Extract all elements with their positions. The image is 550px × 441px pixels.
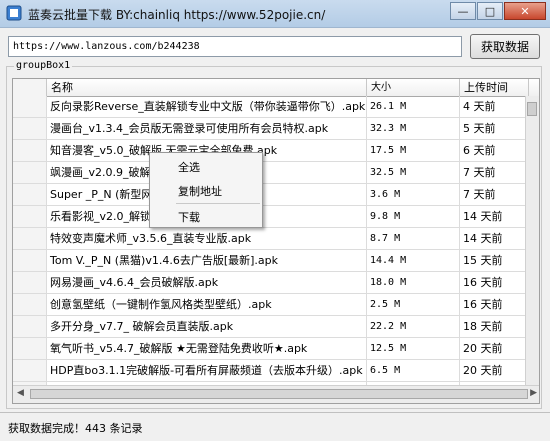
scroll-left-icon[interactable]: ◀ [17, 388, 24, 398]
file-name: 多开分身_v7.7_ 破解会员直装版.apk [47, 316, 367, 337]
maximize-button[interactable]: □ [477, 2, 503, 20]
file-size: 12.5 M [367, 338, 460, 359]
status-bar: 获取数据完成！443 条记录 [0, 412, 550, 441]
table-row[interactable]: HDP直bo3.1.1完破解版-可看所有屏蔽频道（去版本升级）.apk 6.5 M… [13, 360, 539, 382]
context-menu: 全选 复制地址 下载 [149, 152, 263, 228]
window-title: 蓝奏云批量下载 BY:chainliq https://www.52pojie.… [28, 8, 326, 22]
upload-time: 14 天前 [460, 228, 529, 249]
file-size: 18.0 M [367, 272, 460, 293]
upload-time: 5 天前 [460, 118, 529, 139]
horizontal-scroll-thumb[interactable] [30, 389, 528, 399]
row-selector [13, 272, 47, 293]
file-size: 9.8 M [367, 206, 460, 227]
header-name[interactable]: 名称 [47, 79, 367, 96]
upload-time: 18 天前 [460, 316, 529, 337]
file-size: 8.7 M [367, 228, 460, 249]
upload-time: 7 天前 [460, 162, 529, 183]
file-size: 26.1 M [367, 96, 460, 117]
row-selector [13, 206, 47, 227]
horizontal-scrollbar[interactable]: ◀ ▶ [13, 385, 539, 403]
upload-time: 15 天前 [460, 250, 529, 271]
file-size: 6.5 M [367, 360, 460, 381]
table-row[interactable]: 漫画台_v1.3.4_会员版无需登录可使用所有会员特权.apk 32.3 M5 天… [13, 118, 539, 140]
upload-time: 7 天前 [460, 184, 529, 205]
file-name: 网易漫画_v4.6.4_会员破解版.apk [47, 272, 367, 293]
table-body: 反向录影Reverse_直装解锁专业中文版（带你装逼带你飞）.apk 26.1 M… [13, 96, 539, 403]
table-row[interactable]: 知音漫客_v5.0_破解版 无需元宝全部免费.apk 17.5 M6 天前 [13, 140, 539, 162]
file-table[interactable]: 名称 大小 上传时间 反向录影Reverse_直装解锁专业中文版（带你装逼带你飞… [12, 78, 540, 404]
row-selector [13, 118, 47, 139]
file-name: 特效变声魔术师_v3.5.6_直装专业版.apk [47, 228, 367, 249]
url-input[interactable]: https://www.lanzous.com/b244238 [8, 36, 462, 57]
row-selector [13, 140, 47, 161]
row-selector [13, 250, 47, 271]
file-name: 氧气听书_v5.4.7_破解版 ★无需登陆免费收听★.apk [47, 338, 367, 359]
file-size: 32.5 M [367, 162, 460, 183]
group-box-label: groupBox1 [14, 60, 73, 71]
context-select-all[interactable]: 全选 [178, 159, 200, 175]
upload-time: 14 天前 [460, 206, 529, 227]
vertical-scrollbar[interactable] [525, 96, 539, 387]
upload-time: 6 天前 [460, 140, 529, 161]
row-selector [13, 162, 47, 183]
fetch-data-button[interactable]: 获取数据 [470, 34, 540, 59]
scroll-right-icon[interactable]: ▶ [530, 388, 537, 398]
row-selector [13, 228, 47, 249]
status-text: 获取数据完成！443 条记录 [8, 422, 143, 435]
row-selector [13, 360, 47, 381]
row-selector [13, 294, 47, 315]
table-row[interactable]: 乐看影视_v2.0_解锁版.apk 9.8 M 14 天前 [13, 206, 539, 228]
row-selector [13, 338, 47, 359]
table-row[interactable]: 创意氢壁纸（一键制作氢风格类型壁纸）.apk 2.5 M 16 天前 [13, 294, 539, 316]
table-row[interactable]: 网易漫画_v4.6.4_会员破解版.apk 18.0 M 16 天前 [13, 272, 539, 294]
file-size: 22.2 M [367, 316, 460, 337]
upload-time: 20 天前 [460, 338, 529, 359]
file-size: 3.6 M [367, 184, 460, 205]
file-name: Tom V._P_N (黑猫)v1.4.6去广告版[最新].apk [47, 250, 367, 271]
app-icon [6, 5, 22, 21]
file-name: 反向录影Reverse_直装解锁专业中文版（带你装逼带你飞）.apk [47, 96, 367, 117]
file-name: HDP直bo3.1.1完破解版-可看所有屏蔽频道（去版本升级）.apk [47, 360, 367, 381]
table-row[interactable]: Tom V._P_N (黑猫)v1.4.6去广告版[最新].apk 14.4 M1… [13, 250, 539, 272]
upload-time: 16 天前 [460, 272, 529, 293]
file-size: 2.5 M [367, 294, 460, 315]
minimize-button[interactable]: — [450, 2, 476, 20]
upload-time: 16 天前 [460, 294, 529, 315]
table-header: 名称 大小 上传时间 [13, 79, 539, 97]
table-row[interactable]: 特效变声魔术师_v3.5.6_直装专业版.apk 8.7 M 14 天前 [13, 228, 539, 250]
title-bar: 蓝奏云批量下载 BY:chainliq https://www.52pojie.… [0, 0, 550, 28]
table-row[interactable]: 氧气听书_v5.4.7_破解版 ★无需登陆免费收听★.apk 12.5 M 20 天… [13, 338, 539, 360]
context-separator [176, 203, 260, 204]
file-size: 32.3 M [367, 118, 460, 139]
file-name: 漫画台_v1.3.4_会员版无需登录可使用所有会员特权.apk [47, 118, 367, 139]
upload-time: 4 天前 [460, 96, 529, 117]
vertical-scroll-thumb[interactable] [527, 102, 537, 116]
file-size: 17.5 M [367, 140, 460, 161]
upload-time: 20 天前 [460, 360, 529, 381]
file-name: 创意氢壁纸（一键制作氢风格类型壁纸）.apk [47, 294, 367, 315]
row-selector [13, 316, 47, 337]
table-row[interactable]: Super _P_N (新型网络加速器)v1.0.apk3.6 M7 天前 [13, 184, 539, 206]
window-controls: — □ ✕ [449, 2, 546, 22]
context-copy-address[interactable]: 复制地址 [178, 183, 222, 199]
header-row-selector [13, 79, 47, 96]
context-download[interactable]: 下载 [178, 209, 200, 225]
header-size[interactable]: 大小 [367, 79, 460, 96]
header-upload-time[interactable]: 上传时间 [460, 79, 529, 96]
table-row[interactable]: 反向录影Reverse_直装解锁专业中文版（带你装逼带你飞）.apk 26.1 M… [13, 96, 539, 118]
row-selector [13, 96, 47, 117]
row-selector [13, 184, 47, 205]
close-button[interactable]: ✕ [504, 2, 546, 20]
table-row[interactable]: 飒漫画_v2.0.9_破解版.apk 32.5 M7 天前 [13, 162, 539, 184]
table-row[interactable]: 多开分身_v7.7_ 破解会员直装版.apk 22.2 M 18 天前 [13, 316, 539, 338]
file-size: 14.4 M [367, 250, 460, 271]
